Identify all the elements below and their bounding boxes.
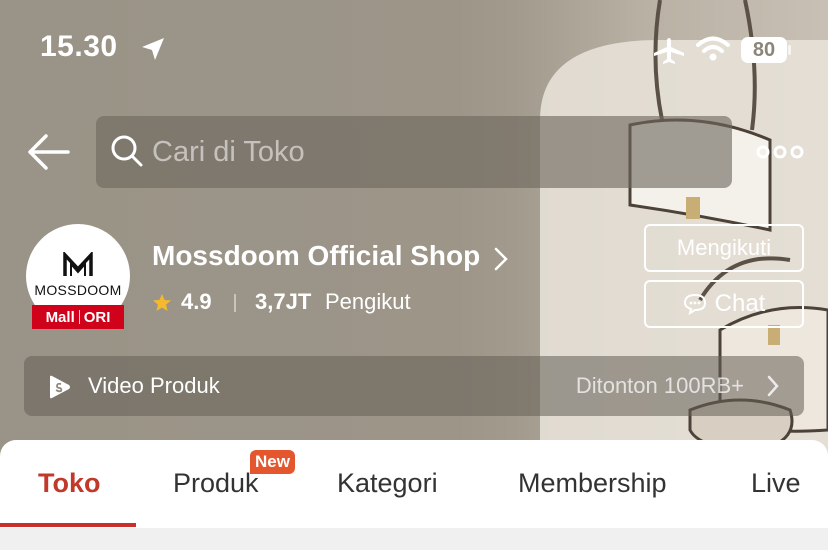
battery-icon: 80 <box>740 36 792 64</box>
logo-wordmark: MOSSDOOM <box>34 282 122 298</box>
status-time: 15.30 <box>40 30 118 63</box>
video-produk-label: Video Produk <box>88 373 220 398</box>
star-icon <box>153 294 171 311</box>
chat-button[interactable]: Chat <box>644 280 804 328</box>
video-play-icon <box>50 375 70 399</box>
tab-membership[interactable]: Membership <box>518 468 667 499</box>
video-produk-bar[interactable]: Video Produk Ditonton 100RB+ <box>24 356 804 416</box>
ori-label: ORI <box>83 308 111 326</box>
badge-divider <box>78 310 80 324</box>
more-icon[interactable] <box>756 142 804 162</box>
shop-name[interactable]: Mossdoom Official Shop <box>152 240 480 272</box>
location-arrow-icon <box>142 38 164 60</box>
chat-bubble-icon <box>683 293 706 315</box>
chevron-right-icon <box>767 375 779 397</box>
shop-tab-bar: Toko Produk Kategori Membership Live <box>0 440 828 528</box>
followers-label: Pengikut <box>325 289 411 314</box>
chat-button-label: Chat <box>714 290 766 317</box>
following-button-label: Mengikuti <box>676 235 772 260</box>
shop-rating: 4.9 <box>181 289 212 314</box>
chevron-right-icon[interactable] <box>492 246 510 272</box>
active-tab-indicator <box>0 523 136 527</box>
meta-divider <box>234 294 236 312</box>
video-views: Ditonton 100RB+ <box>575 373 744 398</box>
new-badge: New <box>250 450 295 474</box>
shop-search-input[interactable]: Cari di Toko <box>96 116 732 188</box>
mossdoom-logo-mark <box>63 252 93 276</box>
tab-kategori[interactable]: Kategori <box>337 468 438 499</box>
back-arrow-icon[interactable] <box>24 128 74 176</box>
airplane-icon <box>654 38 684 64</box>
battery-level: 80 <box>752 39 776 61</box>
tab-live[interactable]: Live <box>751 468 801 499</box>
tab-produk[interactable]: Produk <box>173 468 259 499</box>
following-button[interactable]: Mengikuti <box>644 224 804 272</box>
search-placeholder: Cari di Toko <box>152 136 305 168</box>
mall-ori-badge: Mall ORI <box>32 305 124 329</box>
wifi-icon <box>696 36 730 61</box>
followers-count: 3,7JT <box>255 289 312 314</box>
content-area <box>0 528 828 550</box>
search-icon <box>111 135 143 167</box>
mall-label: Mall <box>45 308 75 326</box>
shop-header-banner: 15.30 80 Cari di Toko MOSSDOOM Mall ORI … <box>0 0 828 470</box>
tab-toko[interactable]: Toko <box>38 468 101 499</box>
